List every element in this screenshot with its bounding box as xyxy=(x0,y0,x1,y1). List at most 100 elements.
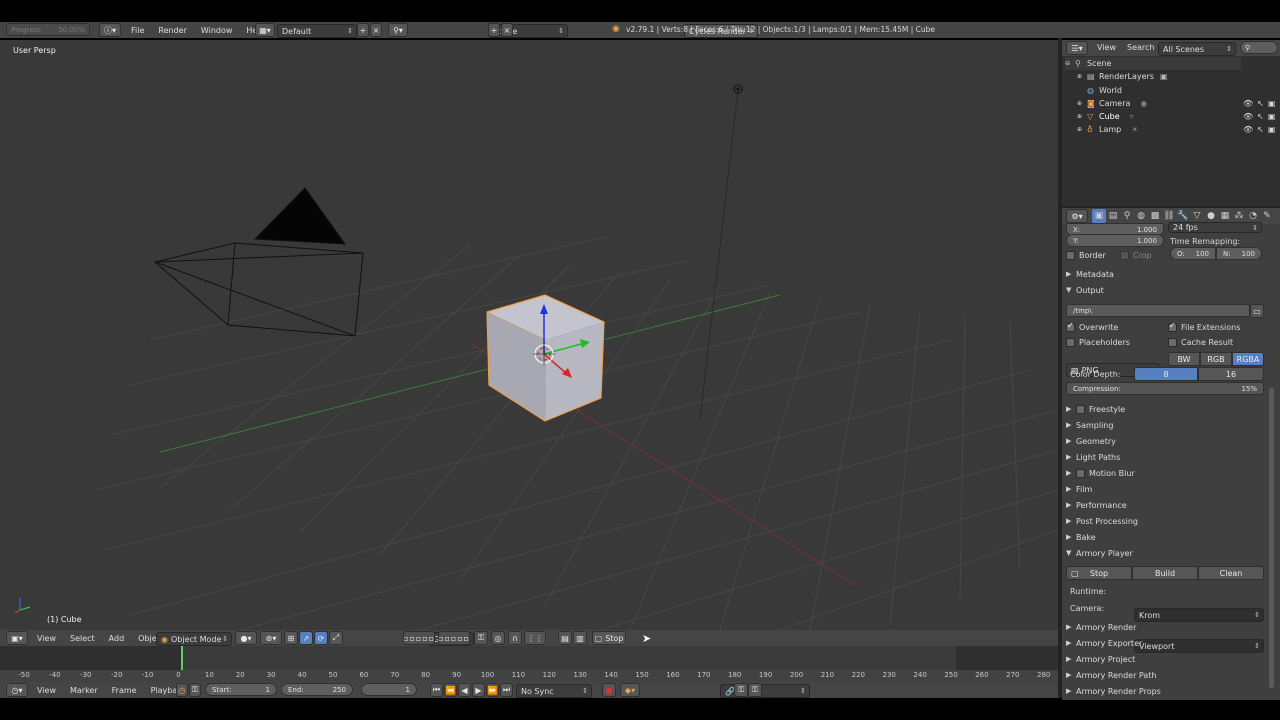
particles-tab-icon[interactable]: ⁂ xyxy=(1232,209,1246,223)
menu-view[interactable]: View xyxy=(30,686,63,695)
editor-type-button[interactable]: ☰▾ xyxy=(1066,41,1088,55)
proportional-edit-button[interactable]: ◎ xyxy=(491,631,505,645)
panel-armory-render[interactable]: ▶ Armory Render xyxy=(1066,620,1266,634)
modifiers-tab-icon[interactable]: 🔧 xyxy=(1176,209,1190,223)
color-rgba-button[interactable]: RGBA xyxy=(1232,352,1264,366)
menu-file[interactable]: File xyxy=(124,26,151,35)
armory-stop-button[interactable]: ▢ Stop xyxy=(1066,566,1132,580)
layer-buttons-group-2[interactable]: ▫▫▫▫▫ xyxy=(438,631,470,645)
panel-armory-project[interactable]: ▶ Armory Project xyxy=(1066,652,1266,666)
object-tab-icon[interactable]: ▩ xyxy=(1148,209,1162,223)
3d-viewport[interactable]: User Persp (1) Cube xyxy=(0,40,1058,630)
play-button[interactable]: ▶ xyxy=(472,683,485,697)
menu-select[interactable]: Select xyxy=(63,634,102,643)
auto-keying-button[interactable]: ● xyxy=(602,683,616,697)
manipulator-toggle-button[interactable]: ⊞ xyxy=(284,631,298,645)
panel-armory-player[interactable]: ▼ Armory Player xyxy=(1066,546,1266,560)
texture-tab-icon[interactable]: ▦ xyxy=(1218,209,1232,223)
interaction-mode-select[interactable]: ◉ Object Mode xyxy=(156,632,232,646)
physics-tab-icon[interactable]: ◔ xyxy=(1246,209,1260,223)
current-frame-marker[interactable] xyxy=(181,646,183,670)
outliner-search-field[interactable]: ⚲ xyxy=(1240,41,1278,54)
overwrite-row[interactable]: Overwrite xyxy=(1066,320,1164,334)
editor-type-button[interactable]: ⓘ▾ xyxy=(99,23,121,37)
jump-end-button[interactable]: ⏭ xyxy=(500,683,513,697)
outliner-row-scene[interactable]: ⊖ ⚲ Scene xyxy=(1065,57,1241,70)
outliner-row-lamp[interactable]: ⊕ ♁ Lamp ☀ xyxy=(1077,123,1138,136)
panel-output[interactable]: ▼ Output xyxy=(1066,283,1266,297)
remove-scene-button[interactable]: × xyxy=(501,23,513,37)
outliner-row-world[interactable]: ◍ World xyxy=(1087,84,1122,97)
color-depth-8-button[interactable]: 8 xyxy=(1134,367,1198,381)
time-remap-new-field[interactable]: N: 100 xyxy=(1216,247,1262,260)
area-splitter-vertical[interactable] xyxy=(1058,38,1062,698)
cursor-select-icon[interactable]: ↖ xyxy=(1257,112,1264,121)
outliner-panel[interactable]: ☰▾ View Search All Scenes ⚲ ⊖ ⚲ Scene ⊕ … xyxy=(1062,40,1280,208)
render-tab-icon[interactable]: ▣ xyxy=(1092,209,1106,223)
color-bw-button[interactable]: BW xyxy=(1168,352,1200,366)
keying-set-button[interactable]: ◆▾ xyxy=(620,683,640,697)
start-frame-field[interactable]: Start: 1 xyxy=(205,683,277,696)
scene-tab-icon[interactable]: ⚲ xyxy=(1120,209,1134,223)
outliner-row-camera[interactable]: ⊕ ◙ Camera ◉ xyxy=(1077,97,1147,110)
layer-buttons-group-1[interactable]: ▫▫▫▫▫ xyxy=(403,631,435,645)
panel-film[interactable]: ▶ Film xyxy=(1066,482,1266,496)
lock-camera-button[interactable]: ⚿ xyxy=(474,631,488,645)
motion-blur-checkbox[interactable] xyxy=(1076,468,1085,478)
render-camera-icon[interactable]: ▣ xyxy=(1268,112,1276,121)
render-camera-icon[interactable]: ▣ xyxy=(1268,125,1276,134)
time-remap-old-field[interactable]: O: 100 xyxy=(1170,247,1216,260)
menu-view[interactable]: View xyxy=(30,634,63,643)
menu-render[interactable]: Render xyxy=(151,26,193,35)
pivot-point-button[interactable]: ⊛▾ xyxy=(260,631,282,645)
outliner-row-cube[interactable]: ⊕ ▽ Cube ▿ xyxy=(1077,110,1134,123)
cursor-select-icon[interactable]: ↖ xyxy=(1257,125,1264,134)
eye-icon[interactable]: 👁 xyxy=(1243,99,1253,108)
jump-start-button[interactable]: ⏮ xyxy=(430,683,443,697)
current-frame-field[interactable]: 1 xyxy=(361,683,417,696)
scene-icon-button[interactable]: ⚲▾ xyxy=(388,23,408,37)
editor-type-button[interactable]: ◷▾ xyxy=(6,683,28,697)
properties-panel[interactable]: ⚙▾ ▣ ▤ ⚲ ◍ ▩ ⛓ 🔧 ▽ ● ▦ ⁂ ◔ ✎ X: 1.000 Y: 1… xyxy=(1062,208,1280,700)
translate-manipulator-button[interactable]: ↗ xyxy=(299,631,313,645)
screen-layout-icon-button[interactable]: ▦▾ xyxy=(255,23,275,37)
preview-range-button[interactable]: ◷ xyxy=(176,683,188,697)
panel-sampling[interactable]: ▶ Sampling xyxy=(1066,418,1266,432)
border-checkbox-row[interactable]: Border Crop xyxy=(1066,248,1164,262)
world-tab-icon[interactable]: ◍ xyxy=(1134,209,1148,223)
compression-slider[interactable]: Compression: 15% xyxy=(1066,382,1264,395)
render-layers-tab-icon[interactable]: ▤ xyxy=(1106,209,1120,223)
cache-result-checkbox[interactable] xyxy=(1168,337,1177,347)
viewport-shading-button[interactable]: ●▾ xyxy=(235,631,257,645)
end-frame-field[interactable]: End: 250 xyxy=(281,683,353,696)
color-depth-16-button[interactable]: 16 xyxy=(1198,367,1264,381)
panel-light-paths[interactable]: ▶ Light Paths xyxy=(1066,450,1266,464)
lock-range-button[interactable]: ⚿ xyxy=(189,683,201,697)
remove-layout-button[interactable]: × xyxy=(370,23,382,37)
rotate-manipulator-button[interactable]: ⟳ xyxy=(314,631,328,645)
next-keyframe-button[interactable]: ⏩ xyxy=(486,683,499,697)
menu-window[interactable]: Window xyxy=(194,26,240,35)
snap-toggle-button[interactable]: ∩ xyxy=(508,631,522,645)
display-mode-select[interactable]: All Scenes xyxy=(1158,42,1236,56)
frame-rate-select[interactable]: 24 fps xyxy=(1168,222,1262,233)
editor-type-button[interactable]: ▣▾ xyxy=(6,631,28,645)
panel-armory-render-props[interactable]: ▶ Armory Render Props xyxy=(1066,684,1266,698)
add-scene-button[interactable]: + xyxy=(488,23,500,37)
crop-checkbox[interactable] xyxy=(1119,250,1129,260)
cursor-select-icon[interactable]: ↖ xyxy=(1257,99,1264,108)
scale-manipulator-button[interactable]: ⤢ xyxy=(329,631,343,645)
outliner-row-renderlayers[interactable]: ⊕ ▤ RenderLayers ▣ xyxy=(1077,70,1168,83)
constraints-tab-icon[interactable]: ⛓ xyxy=(1162,209,1176,223)
menu-frame[interactable]: Frame xyxy=(105,686,144,695)
armory-clean-button[interactable]: Clean xyxy=(1198,566,1264,580)
resolution-y-field[interactable]: Y: 1.000 xyxy=(1066,234,1164,247)
browse-folder-button[interactable]: ▭ xyxy=(1250,304,1264,318)
scene-field[interactable]: Scene xyxy=(488,24,568,38)
panel-performance[interactable]: ▶ Performance xyxy=(1066,498,1266,512)
panel-armory-render-path[interactable]: ▶ Armory Render Path xyxy=(1066,668,1266,682)
output-path-field[interactable]: /tmp\ xyxy=(1066,304,1250,317)
panel-geometry[interactable]: ▶ Geometry xyxy=(1066,434,1266,448)
file-extensions-row[interactable]: File Extensions xyxy=(1168,320,1266,334)
panel-metadata[interactable]: ▶ Metadata xyxy=(1066,267,1266,281)
